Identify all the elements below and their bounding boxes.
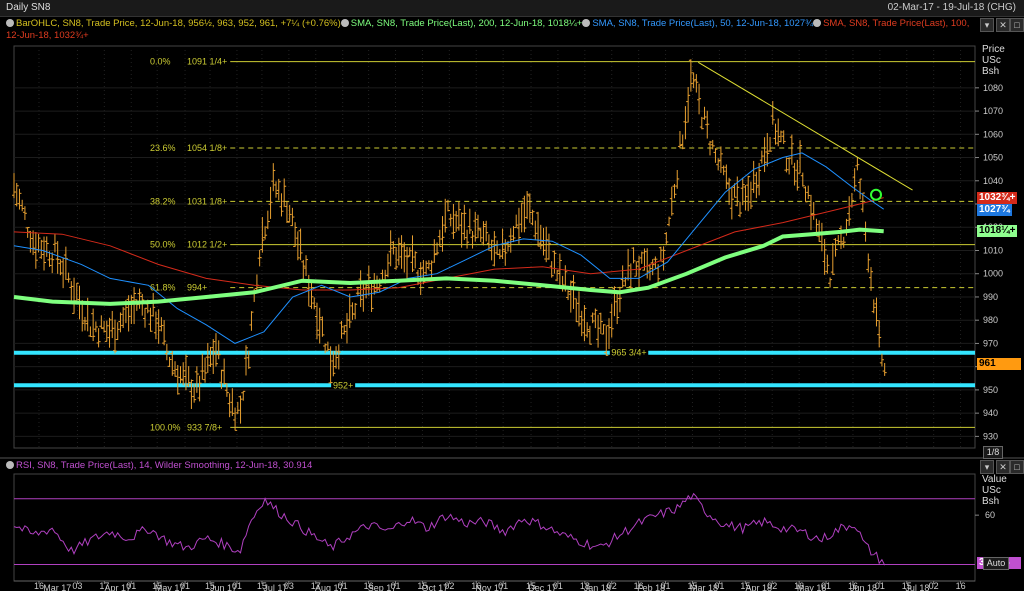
y-axis-tick-label: 1040: [983, 176, 1003, 186]
sma100-axis-tag: 1032¾+: [977, 192, 1018, 204]
legend-settings-icon[interactable]: [582, 19, 591, 27]
x-axis-month-label: Mar 17: [43, 583, 71, 591]
x-axis-month-label: Jun 18: [850, 583, 877, 591]
x-axis-month-label: Apr 18: [746, 583, 773, 591]
y-axis-tick-label: 970: [983, 338, 998, 348]
sma100-line: [13, 197, 884, 291]
fib-level-pct: 61.8%: [150, 283, 176, 293]
x-axis-month-label: Sep 17: [368, 583, 397, 591]
legend-price[interactable]: BarOHLC, SN8, Trade Price, 12-Jun-18, 95…: [16, 18, 341, 29]
y-axis-tick-label: 1080: [983, 83, 1003, 93]
y-axis-tick-label: 930: [983, 431, 998, 441]
resistance-trendline: [697, 61, 913, 191]
fib-level-pct: 100.0%: [150, 422, 181, 432]
title-bar: Daily SN8 02-Mar-17 - 19-Jul-18 (CHG): [0, 0, 1024, 17]
rsi-axis-sub: Bsh: [982, 496, 1000, 507]
fib-level-label: 994+: [187, 283, 207, 293]
sma200-axis-tag: 1018¼+: [977, 225, 1018, 237]
fib-level-label: 1031 1/8+: [187, 196, 227, 206]
rsi-axis-header: Value USc Bsh: [982, 474, 1007, 507]
fib-level-pct: 38.2%: [150, 196, 176, 206]
x-axis-month-label: Nov 17: [475, 583, 504, 591]
x-axis-day-label: 16: [956, 581, 966, 591]
x-axis-month-label: May 18: [797, 583, 827, 591]
legend-sma100-a[interactable]: SMA, SN8, Trade Price(Last), 100,: [823, 18, 969, 29]
legend-settings-icon[interactable]: [6, 19, 14, 27]
y-axis-tick-label: 990: [983, 292, 998, 302]
fib-level-pct: 23.6%: [150, 143, 176, 153]
rsi-maximize-icon[interactable]: □: [1010, 460, 1024, 474]
date-range: 02-Mar-17 - 19-Jul-18 (CHG): [887, 2, 1016, 13]
rsi-close-icon[interactable]: ✕: [996, 460, 1010, 474]
fib-level-label: 933 7/8+: [187, 422, 222, 432]
fib-level-label: 1091 1/4+: [187, 57, 227, 67]
x-axis-day-label: 03: [72, 581, 82, 591]
price-axis-header: Price USc Bsh: [982, 44, 1005, 77]
rsi-line: [13, 492, 886, 566]
legend-sma200[interactable]: SMA, SN8, Trade Price(Last), 200, 12-Jun…: [351, 18, 583, 29]
legend-settings-icon[interactable]: [813, 19, 822, 27]
fib-level-label: 1012 1/2+: [187, 240, 227, 250]
y-axis-tick-label: 980: [983, 315, 998, 325]
legend-settings-icon[interactable]: [6, 461, 14, 469]
legend-sma100-b[interactable]: 12-Jun-18, 1032¾+: [6, 30, 89, 41]
price-axis-title: Price: [982, 44, 1005, 55]
scale-button[interactable]: 1/8: [983, 446, 1003, 459]
panel-maximize-icon[interactable]: □: [1010, 18, 1024, 32]
x-axis-month-label: Dec 17: [528, 583, 557, 591]
y-axis-tick-label: 950: [983, 385, 998, 395]
price-axis-unit: USc: [982, 55, 1001, 66]
window-title: Daily SN8: [6, 2, 51, 13]
rsi-legend: RSI, SN8, Trade Price(Last), 14, Wilder …: [6, 460, 312, 472]
legend-rsi[interactable]: RSI, SN8, Trade Price(Last), 14, Wilder …: [16, 460, 312, 471]
last-price-tag: 961: [977, 358, 1021, 370]
fib-level-pct: 0.0%: [150, 57, 171, 67]
x-axis-month-label: Feb 18: [637, 583, 665, 591]
x-axis-month-label: Apr 17: [105, 583, 132, 591]
rsi-menu-icon[interactable]: ▾: [980, 460, 994, 474]
panel-menu-icon[interactable]: ▾: [980, 18, 994, 32]
x-axis-month-label: Jan 18: [584, 583, 611, 591]
y-axis-tick-label: 1010: [983, 245, 1003, 255]
rsi-axis-title: Value: [982, 474, 1007, 485]
fib-level-pct: 50.0%: [150, 240, 176, 250]
x-axis-month-label: Jun 17: [210, 583, 237, 591]
support-label: 952+: [333, 380, 353, 390]
x-axis-month-label: Oct 17: [422, 583, 449, 591]
price-legend-2: 12-Jun-18, 1032¾+: [6, 30, 89, 42]
x-axis-month-label: Mar 18: [690, 583, 718, 591]
y-axis-tick-label: 940: [983, 408, 998, 418]
y-axis-tick-label: 1060: [983, 129, 1003, 139]
x-axis-month-label: Aug 17: [315, 583, 344, 591]
x-axis-day-label: 02: [929, 581, 939, 591]
chart-canvas: 0.0% 1091 1/4+ 23.6% 1054 1/8+ 38.2% 1031 1/8…: [0, 45, 1024, 591]
x-axis-month-label: May 17: [155, 583, 185, 591]
support-label: 965 3/4+: [611, 348, 646, 358]
y-axis-tick-label: 1070: [983, 106, 1003, 116]
fib-level-label: 1054 1/8+: [187, 143, 227, 153]
y-axis-tick-label: 1000: [983, 269, 1003, 279]
rsi-axis-unit: USc: [982, 485, 1001, 496]
auto-scale-button[interactable]: Auto: [983, 557, 1009, 570]
x-axis-month-label: Jul 17: [263, 583, 287, 591]
price-axis-sub: Bsh: [982, 66, 1000, 77]
legend-sma50[interactable]: SMA, SN8, Trade Price(Last), 50, 12-Jun-…: [592, 18, 813, 29]
x-axis-month-label: Jul 18: [905, 583, 929, 591]
rsi-axis-tick-label: 60: [985, 510, 995, 520]
price-legend: BarOHLC, SN8, Trade Price, 12-Jun-18, 95…: [6, 18, 976, 30]
sma50-axis-tag: 1027¾: [977, 204, 1012, 216]
legend-settings-icon[interactable]: [340, 19, 349, 27]
y-axis-tick-label: 1050: [983, 153, 1003, 163]
panel-close-icon[interactable]: ✕: [996, 18, 1010, 32]
